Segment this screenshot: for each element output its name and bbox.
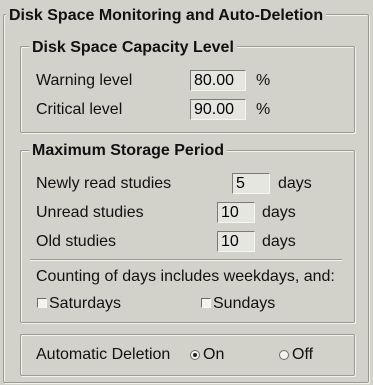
auto-deletion-on-label[interactable]: On bbox=[203, 345, 224, 365]
old-studies-unit: days bbox=[262, 233, 296, 250]
critical-unit-label: % bbox=[256, 101, 271, 118]
newly-read-unit: days bbox=[278, 175, 312, 192]
old-studies-input[interactable] bbox=[217, 231, 255, 252]
unread-unit: days bbox=[262, 204, 296, 221]
auto-deletion-on-radio[interactable] bbox=[190, 350, 200, 360]
auto-deletion-label: Automatic Deletion bbox=[36, 346, 171, 363]
counting-days-text: Counting of days includes weekdays, and: bbox=[36, 268, 335, 285]
radio-selected-dot bbox=[193, 353, 197, 357]
newly-read-label: Newly read studies bbox=[36, 175, 172, 192]
newly-read-input[interactable] bbox=[232, 173, 270, 194]
unread-label: Unread studies bbox=[36, 204, 144, 221]
critical-level-label: Critical level bbox=[36, 101, 123, 118]
sundays-label[interactable]: Sundays bbox=[213, 294, 275, 314]
panel-title: Disk Space Monitoring and Auto-Deletion bbox=[6, 6, 327, 26]
storage-separator bbox=[30, 259, 342, 261]
capacity-group-title: Disk Space Capacity Level bbox=[29, 38, 237, 58]
saturdays-label[interactable]: Saturdays bbox=[49, 294, 121, 314]
critical-level-input[interactable] bbox=[190, 99, 246, 120]
auto-deletion-off-label[interactable]: Off bbox=[292, 345, 313, 365]
auto-deletion-off-radio[interactable] bbox=[279, 350, 289, 360]
unread-input[interactable] bbox=[217, 202, 255, 223]
warning-level-input[interactable] bbox=[190, 70, 246, 91]
storage-group-title: Maximum Storage Period bbox=[29, 141, 228, 161]
warning-unit-label: % bbox=[256, 72, 271, 89]
sundays-checkbox[interactable] bbox=[201, 298, 211, 308]
warning-level-label: Warning level bbox=[36, 72, 133, 89]
old-studies-label: Old studies bbox=[36, 233, 117, 250]
saturdays-checkbox[interactable] bbox=[37, 298, 47, 308]
